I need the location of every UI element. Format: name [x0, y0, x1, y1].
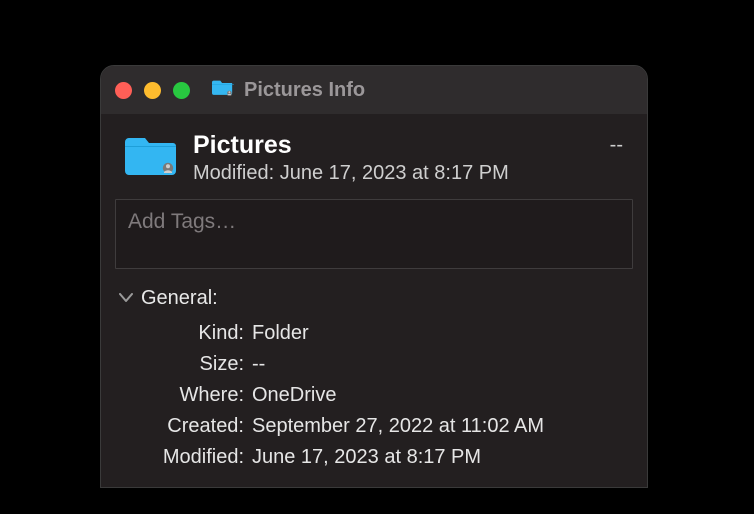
- size-value: --: [252, 349, 265, 380]
- summary-row: Pictures Modified: June 17, 2023 at 8:17…: [101, 114, 647, 199]
- kind-label: Kind:: [149, 318, 244, 349]
- row-kind: Kind: Folder: [149, 318, 629, 349]
- info-window: Pictures Info Pictures Modified: June 17…: [100, 65, 648, 488]
- folder-icon: [125, 132, 177, 183]
- tags-input[interactable]: [115, 199, 633, 269]
- created-label: Created:: [149, 411, 244, 442]
- titlebar-title-group: Pictures Info: [212, 78, 365, 103]
- summary-modified: Modified: June 17, 2023 at 8:17 PM: [193, 162, 594, 185]
- folder-icon: [212, 78, 234, 103]
- general-title: General:: [141, 287, 218, 310]
- chevron-down-icon: [119, 293, 133, 303]
- row-created: Created: September 27, 2022 at 11:02 AM: [149, 411, 629, 442]
- titlebar[interactable]: Pictures Info: [101, 66, 647, 114]
- row-modified: Modified: June 17, 2023 at 8:17 PM: [149, 442, 629, 473]
- tags-section: [101, 199, 647, 281]
- window-title: Pictures Info: [244, 79, 365, 102]
- modified-value: June 17, 2023 at 8:17 PM: [252, 442, 481, 473]
- minimize-button[interactable]: [144, 82, 161, 99]
- created-value: September 27, 2022 at 11:02 AM: [252, 411, 544, 442]
- general-disclosure[interactable]: General:: [119, 287, 629, 310]
- close-button[interactable]: [115, 82, 132, 99]
- modified-value: June 17, 2023 at 8:17 PM: [280, 162, 509, 184]
- summary-size: --: [610, 134, 623, 157]
- general-rows: Kind: Folder Size: -- Where: OneDrive Cr…: [119, 318, 629, 473]
- row-size: Size: --: [149, 349, 629, 380]
- kind-value: Folder: [252, 318, 309, 349]
- general-section: General: Kind: Folder Size: -- Where: On…: [101, 281, 647, 487]
- item-name: Pictures: [193, 132, 594, 160]
- zoom-button[interactable]: [173, 82, 190, 99]
- window-controls: [115, 82, 190, 99]
- row-where: Where: OneDrive: [149, 380, 629, 411]
- summary-text-group: Pictures Modified: June 17, 2023 at 8:17…: [193, 132, 594, 185]
- where-value: OneDrive: [252, 380, 336, 411]
- modified-label: Modified:: [149, 442, 244, 473]
- where-label: Where:: [149, 380, 244, 411]
- size-label: Size:: [149, 349, 244, 380]
- modified-label: Modified:: [193, 162, 274, 184]
